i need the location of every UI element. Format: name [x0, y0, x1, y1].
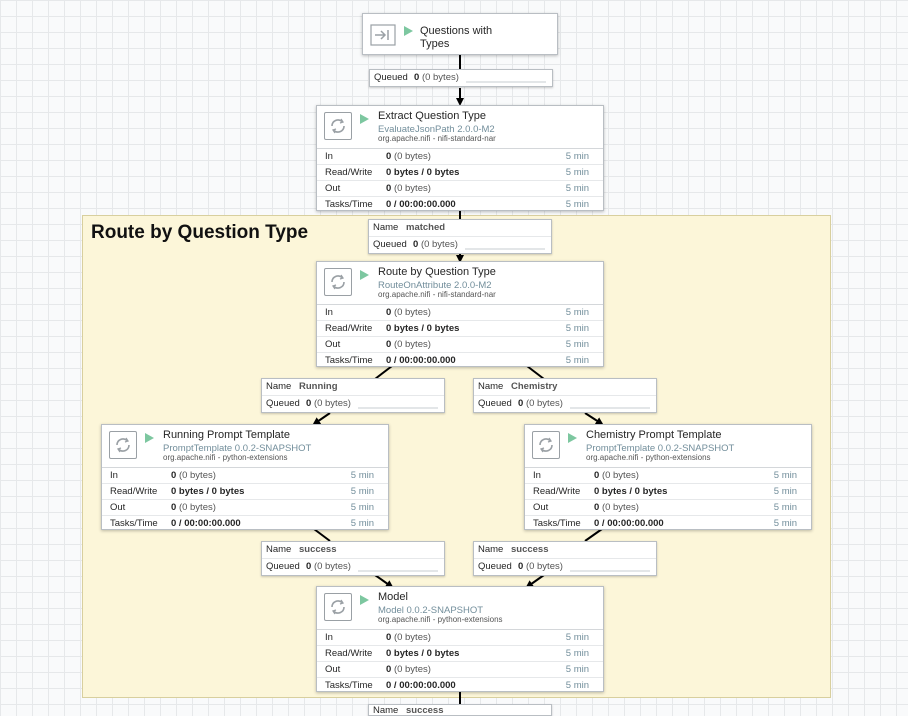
stat-out: Out 0 (0 bytes) 5 min — [525, 500, 811, 516]
processor-icon — [324, 593, 352, 621]
stat-tasks-time: Tasks/Time 0 / 00:00:00.000 5 min — [110, 518, 374, 529]
connection-name: Chemistry — [511, 381, 558, 392]
connection-name-row: Name Running — [262, 379, 444, 396]
queue-bar — [358, 570, 438, 572]
connection-success-chemistry[interactable]: Name success Queued 0 (0 bytes) — [473, 541, 657, 576]
processor-chemistry-prompt-template[interactable]: Chemistry Prompt Template PromptTemplate… — [524, 424, 812, 530]
processor-name: Route by Question Type — [378, 266, 496, 278]
running-status-icon — [360, 595, 369, 605]
stat-in: In 0 (0 bytes) 5 min — [317, 630, 603, 646]
input-port-name-line1: Questions with — [420, 25, 493, 37]
processor-name: Chemistry Prompt Template — [586, 429, 722, 441]
processor-bundle: org.apache.nifi - nifi-standard-nar — [378, 290, 496, 299]
connection-name: matched — [406, 222, 446, 233]
stat-read-write: Read/Write 0 bytes / 0 bytes 5 min — [317, 646, 603, 662]
connection-matched[interactable]: Name matched Queued 0 (0 bytes) — [368, 219, 552, 254]
stat-out: Out 0 (0 bytes) 5 min — [317, 337, 603, 353]
connection-success-model[interactable]: Name success — [368, 704, 552, 716]
running-status-icon — [145, 433, 154, 443]
connection-success-running[interactable]: Name success Queued 0 (0 bytes) — [261, 541, 445, 576]
stat-out: Out 0 (0 bytes) 5 min — [317, 662, 603, 678]
connection-name-row: Name Chemistry — [474, 379, 656, 396]
connection-queued-row: Queued 0 (0 bytes) — [369, 237, 551, 253]
running-status-icon — [404, 26, 413, 36]
stat-out: Out 0 (0 bytes) 5 min — [317, 181, 603, 197]
stat-in: In 0 (0 bytes) 5 min — [525, 468, 811, 484]
connection-name: success — [299, 544, 337, 555]
connection-queued-row: Queued 0 (0 bytes) — [474, 396, 656, 412]
connection-input-to-extract[interactable]: Queued 0 (0 bytes) — [369, 69, 553, 87]
processor-bundle: org.apache.nifi - nifi-standard-nar — [378, 134, 496, 143]
processor-icon — [324, 112, 352, 140]
running-status-icon — [568, 433, 577, 443]
stat-tasks-time: Tasks/Time 0 / 00:00:00.000 5 min — [533, 518, 797, 529]
processor-extract-question-type[interactable]: Extract Question Type EvaluateJsonPath 2… — [316, 105, 604, 211]
queue-bar — [465, 248, 545, 250]
processor-bundle: org.apache.nifi - python-extensions — [163, 453, 288, 462]
processor-name: Extract Question Type — [378, 110, 487, 122]
processor-icon — [532, 431, 560, 459]
connection-queued-row: Queued 0 (0 bytes) — [262, 559, 444, 575]
connection-name: success — [406, 705, 444, 716]
stat-tasks-time: Tasks/Time 0 / 00:00:00.000 5 min — [325, 680, 589, 691]
connection-name-row: Name matched — [369, 220, 551, 237]
stat-read-write: Read/Write 0 bytes / 0 bytes 5 min — [525, 484, 811, 500]
processor-bundle: org.apache.nifi - python-extensions — [378, 615, 503, 624]
processor-name: Model — [378, 591, 408, 603]
connection-name-row: Name success — [262, 542, 444, 559]
connection-name: success — [511, 544, 549, 555]
queue-bar — [466, 81, 546, 83]
process-group-title: Route by Question Type — [91, 222, 309, 243]
stat-in: In 0 (0 bytes) 5 min — [317, 305, 603, 321]
queued-count: 0 — [414, 72, 420, 83]
processor-bundle: org.apache.nifi - python-extensions — [586, 453, 711, 462]
queue-bar — [570, 570, 650, 572]
queue-bar — [358, 407, 438, 409]
stat-read-write: Read/Write 0 bytes / 0 bytes 5 min — [317, 165, 603, 181]
connection-queued-row: Queued 0 (0 bytes) — [262, 396, 444, 412]
processor-icon — [324, 268, 352, 296]
stat-in: In 0 (0 bytes) 5 min — [317, 149, 603, 165]
running-status-icon — [360, 270, 369, 280]
stat-out: Out 0 (0 bytes) 5 min — [102, 500, 388, 516]
input-port-questions-with-types[interactable]: Questions with Types — [362, 13, 558, 55]
queued-bytes: (0 bytes) — [421, 72, 459, 83]
stat-tasks-time: Tasks/Time 0 / 00:00:00.000 5 min — [325, 199, 589, 210]
stat-read-write: Read/Write 0 bytes / 0 bytes 5 min — [317, 321, 603, 337]
connection-name-row: Name success — [474, 542, 656, 559]
processor-icon — [109, 431, 137, 459]
connection-running[interactable]: Name Running Queued 0 (0 bytes) — [261, 378, 445, 413]
connection-name-row: Name success — [369, 705, 551, 716]
processor-route-by-question-type[interactable]: Route by Question Type RouteOnAttribute … — [316, 261, 604, 367]
processor-model[interactable]: Model Model 0.0.2-SNAPSHOT org.apache.ni… — [316, 586, 604, 692]
connection-name: Running — [299, 381, 338, 392]
processor-running-prompt-template[interactable]: Running Prompt Template PromptTemplate 0… — [101, 424, 389, 530]
connection-queued-row: Queued 0 (0 bytes) — [474, 559, 656, 575]
connection-queued-row: Queued 0 (0 bytes) — [370, 70, 552, 86]
queue-bar — [570, 407, 650, 409]
input-port-name-line2: Types — [420, 38, 450, 50]
stat-tasks-time: Tasks/Time 0 / 00:00:00.000 5 min — [325, 355, 589, 366]
flow-canvas[interactable]: Route by Question Type Questions with Ty… — [0, 0, 908, 716]
running-status-icon — [360, 114, 369, 124]
connection-chemistry[interactable]: Name Chemistry Queued 0 (0 bytes) — [473, 378, 657, 413]
stat-read-write: Read/Write 0 bytes / 0 bytes 5 min — [102, 484, 388, 500]
input-port-icon — [370, 24, 396, 46]
stat-in: In 0 (0 bytes) 5 min — [102, 468, 388, 484]
processor-name: Running Prompt Template — [163, 429, 290, 441]
